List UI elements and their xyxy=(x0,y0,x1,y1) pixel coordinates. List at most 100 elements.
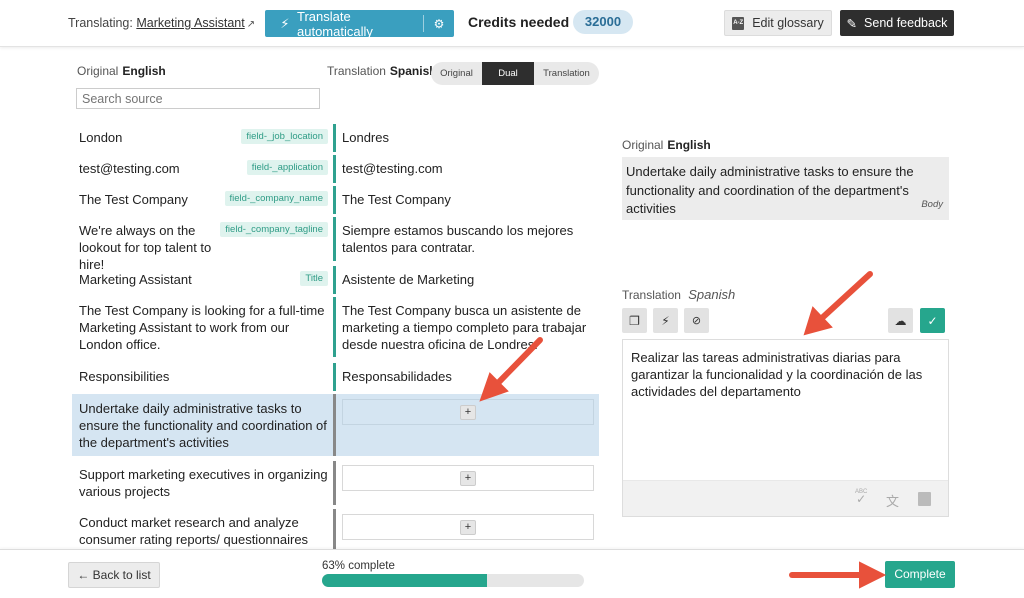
progress-bar xyxy=(322,574,584,587)
translation-column-header: Translation Spanish xyxy=(327,64,437,78)
translation-text[interactable]: Realizar las tareas administrativas diar… xyxy=(631,349,936,400)
segment-status-bar xyxy=(333,394,336,456)
panel-original-header: Original English xyxy=(622,138,711,152)
editor-footer: ABC ✓ 文 xyxy=(623,480,948,516)
segment-row[interactable]: London field-_job_location Londres xyxy=(72,124,599,153)
segment-translation-empty[interactable]: + xyxy=(342,465,594,491)
segment-row[interactable]: Responsibilities Responsabilidades xyxy=(72,363,599,392)
segment-source: We're always on the lookout for top tale… xyxy=(79,223,212,272)
view-dual-tab[interactable]: Dual xyxy=(482,62,534,85)
translate-automatically-button[interactable]: ⚡︎ Translate automatically ⚙ xyxy=(265,8,454,39)
segment-status-bar xyxy=(333,186,336,214)
credits-badge: 32000 xyxy=(573,10,633,34)
segment-status-bar xyxy=(333,124,336,152)
original-column-lang: English xyxy=(122,64,166,78)
segment-translation[interactable]: The Test Company busca un asistente de m… xyxy=(342,302,592,353)
add-translation-button[interactable]: + xyxy=(460,471,476,486)
segment-row[interactable]: Marketing Assistant Title Asistente de M… xyxy=(72,266,599,295)
send-feedback-button[interactable]: ✎ Send feedback xyxy=(840,10,954,36)
translating-label: Translating: xyxy=(68,16,133,30)
complete-button[interactable]: Complete xyxy=(885,561,955,588)
segment-status-bar xyxy=(333,217,336,261)
segment-translation[interactable]: Siempre estamos buscando los mejores tal… xyxy=(342,222,592,256)
top-toolbar: Translating: Marketing Assistant ↗ ⚡︎ Tra… xyxy=(0,0,1024,47)
segment-translation[interactable]: Asistente de Marketing xyxy=(342,271,592,288)
edit-glossary-label: Edit glossary xyxy=(752,16,824,30)
segment-status-bar xyxy=(333,297,336,357)
back-to-list-button[interactable]: ← Back to list xyxy=(68,562,160,588)
original-column-header: Original English xyxy=(77,64,166,78)
segment-status-bar xyxy=(333,509,336,549)
segment-source: The Test Company is looking for a full-t… xyxy=(79,303,325,352)
segment-status-bar xyxy=(333,155,336,183)
confirm-check-icon[interactable]: ✓ xyxy=(920,308,945,333)
credits-needed-label: Credits needed xyxy=(468,14,570,30)
view-translation-tab[interactable]: Translation xyxy=(534,62,599,85)
segment-row-active[interactable]: Undertake daily administrative tasks to … xyxy=(72,394,599,456)
search-source-input[interactable] xyxy=(76,88,320,109)
segment-row[interactable]: Conduct market research and analyze cons… xyxy=(72,509,599,550)
segment-row[interactable]: test@testing.com field-_application test… xyxy=(72,155,599,184)
lightning-icon[interactable]: ⚡︎ xyxy=(653,308,678,333)
segment-translation[interactable]: Londres xyxy=(342,129,592,146)
original-column-label: Original xyxy=(77,64,119,78)
cloud-upload-icon[interactable]: ☁ xyxy=(888,308,913,333)
segment-tag: field-_job_location xyxy=(241,129,328,144)
external-link-icon[interactable]: ↗ xyxy=(247,19,255,30)
spellcheck-icon[interactable]: ABC ✓ xyxy=(855,489,867,506)
original-text-box: Undertake daily administrative tasks to … xyxy=(622,157,949,220)
segment-translation-empty[interactable]: + xyxy=(342,399,594,425)
add-translation-button[interactable]: + xyxy=(460,405,476,420)
add-translation-button[interactable]: + xyxy=(460,520,476,535)
segment-tag: Title xyxy=(300,271,328,286)
translation-editor[interactable]: Realizar las tareas administrativas diar… xyxy=(622,339,949,517)
segment-translation-empty[interactable]: + xyxy=(342,514,594,540)
segment-translation[interactable]: Responsabilidades xyxy=(342,368,592,385)
send-feedback-label: Send feedback xyxy=(864,16,948,30)
bottom-bar: ← Back to list 63% complete Complete xyxy=(0,549,1024,598)
view-original-tab[interactable]: Original xyxy=(431,62,482,85)
translate-icon[interactable]: 文 xyxy=(886,491,899,510)
segment-status-bar xyxy=(333,266,336,294)
translation-column-label: Translation xyxy=(327,64,386,78)
translate-automatically-label: Translate automatically xyxy=(297,8,373,39)
segment-source: Conduct market research and analyze cons… xyxy=(79,515,309,547)
progress-fill xyxy=(322,574,488,587)
panel-original-label: Original xyxy=(622,138,664,152)
gear-icon[interactable]: ⚙ xyxy=(424,17,454,31)
original-text: Undertake daily administrative tasks to … xyxy=(626,164,914,216)
panel-translation-label: Translation xyxy=(622,288,681,302)
segment-row[interactable]: The Test Company field-_company_name The… xyxy=(72,186,599,215)
segment-row[interactable]: We're always on the lookout for top tale… xyxy=(72,217,599,272)
segment-source: Marketing Assistant xyxy=(79,272,192,287)
segment-status-bar xyxy=(333,363,336,391)
segment-row[interactable]: Support marketing executives in organizi… xyxy=(72,461,599,506)
annotation-arrowhead xyxy=(803,306,833,336)
pencil-icon: ✎ xyxy=(846,16,858,31)
segment-tag: field-_application xyxy=(246,160,328,175)
translating-info: Translating: Marketing Assistant ↗ xyxy=(68,16,255,30)
panel-original-lang: English xyxy=(667,138,711,152)
panel-translation-lang: Spanish xyxy=(688,287,736,302)
segment-source: Undertake daily administrative tasks to … xyxy=(79,401,327,450)
segment-translation[interactable]: The Test Company xyxy=(342,191,592,208)
job-name-link[interactable]: Marketing Assistant xyxy=(136,16,244,30)
segment-tag: field-_company_name xyxy=(224,191,328,206)
progress-label: 63% complete xyxy=(322,560,395,572)
segment-row[interactable]: The Test Company is looking for a full-t… xyxy=(72,297,599,357)
segment-type-label: Body xyxy=(921,198,943,210)
glossary-icon: A-Z xyxy=(732,16,745,30)
translation-column-lang: Spanish xyxy=(389,64,437,78)
panel-translation-header: Translation Spanish xyxy=(622,287,735,302)
lightning-icon: ⚡︎ xyxy=(280,15,290,31)
hide-eye-icon[interactable]: ⊘ xyxy=(684,308,709,333)
glossary-icon[interactable] xyxy=(918,492,931,506)
segment-source: Responsibilities xyxy=(79,369,170,384)
annotation-arrow xyxy=(819,271,873,321)
segment-source: Support marketing executives in organizi… xyxy=(79,467,328,499)
edit-glossary-button[interactable]: A-Z Edit glossary xyxy=(724,10,832,36)
copy-source-icon[interactable]: ❐ xyxy=(622,308,647,333)
view-mode-toggle: Original Dual Translation xyxy=(431,62,599,85)
segment-status-bar xyxy=(333,461,336,505)
segment-translation[interactable]: test@testing.com xyxy=(342,160,592,177)
